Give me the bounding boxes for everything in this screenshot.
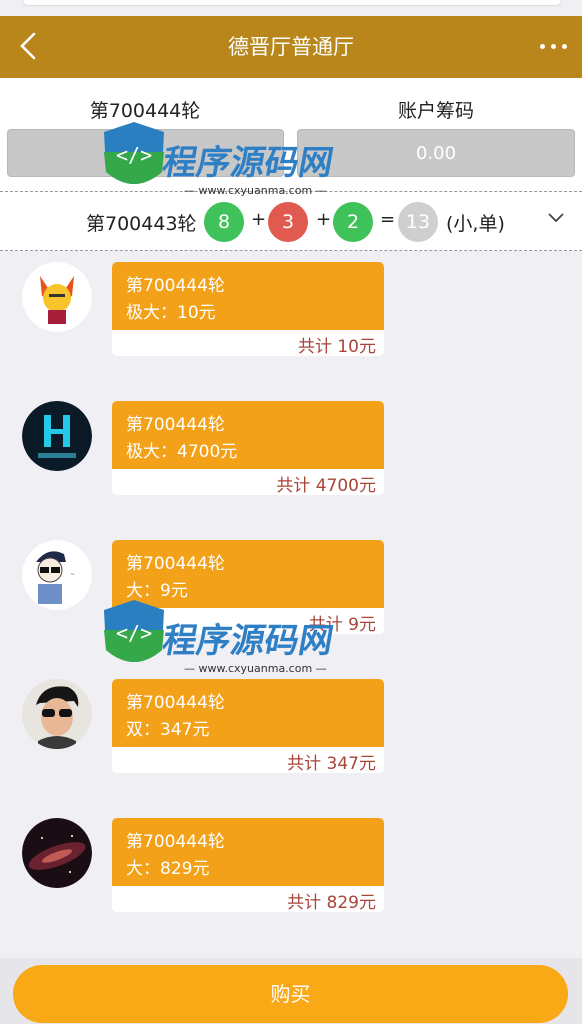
bet-bubble: 第700444轮 大：829元 共计 829元 xyxy=(112,818,384,912)
top-strip xyxy=(0,0,582,16)
bet-round: 第700444轮 xyxy=(126,415,225,435)
page-title: 德晋厅普通厅 xyxy=(228,35,354,59)
result-sum-ball: 13 xyxy=(398,202,438,242)
bet-total: 共计 10元 xyxy=(297,337,376,356)
avatar xyxy=(22,679,92,749)
bet-detail: 双：347元 xyxy=(126,720,210,740)
round-info-panel: 第700444轮 账户筹码 0.00 xyxy=(0,78,582,191)
svg-text:~: ~ xyxy=(70,571,75,578)
bet-item: 第700444轮 双：347元 共计 347元 xyxy=(0,669,582,808)
expand-button[interactable] xyxy=(544,206,568,230)
result-ball-1: 8 xyxy=(204,202,244,242)
avatar xyxy=(22,401,92,471)
avatar: ~ xyxy=(22,540,92,610)
bet-item: 第700444轮 极大：10元 共计 10元 xyxy=(0,252,582,391)
avatar xyxy=(22,818,92,888)
last-round-label: 第700443轮 xyxy=(86,213,197,235)
equals-sign: = xyxy=(380,209,396,230)
result-ball-3: 2 xyxy=(333,202,373,242)
plus-sign: + xyxy=(316,209,332,230)
bet-total: 共计 829元 xyxy=(287,893,376,912)
bet-bubble: 第700444轮 双：347元 共计 347元 xyxy=(112,679,384,773)
app-header: 德晋厅普通厅 xyxy=(0,16,582,78)
chevron-down-icon xyxy=(548,213,564,223)
bet-total: 共计 9元 xyxy=(308,615,376,634)
buy-button[interactable]: 购买 xyxy=(13,965,568,1023)
bet-detail: 极大：10元 xyxy=(126,303,216,323)
bet-round: 第700444轮 xyxy=(126,693,225,713)
countdown-box xyxy=(7,129,284,177)
bet-detail: 极大：4700元 xyxy=(126,442,238,462)
bet-detail: 大：9元 xyxy=(126,581,188,601)
bet-item: ~ 第700444轮 大：9元 共计 9元 xyxy=(0,530,582,669)
bet-detail: 大：829元 xyxy=(126,859,210,879)
avatar xyxy=(22,262,92,332)
bet-bubble: 第700444轮 极大：10元 共计 10元 xyxy=(112,262,384,356)
bet-item: 第700444轮 大：829元 共计 829元 xyxy=(0,808,582,947)
bet-total: 共计 347元 xyxy=(287,754,376,773)
bet-bubble: 第700444轮 大：9元 共计 9元 xyxy=(112,540,384,634)
more-button[interactable] xyxy=(538,30,570,62)
bet-round: 第700444轮 xyxy=(126,554,225,574)
plus-sign: + xyxy=(251,209,267,230)
bottom-bar: 购买 xyxy=(0,958,582,1024)
result-ball-2: 3 xyxy=(268,202,308,242)
more-dots-icon xyxy=(540,44,545,49)
bet-round: 第700444轮 xyxy=(126,276,225,296)
bet-bubble: 第700444轮 极大：4700元 共计 4700元 xyxy=(112,401,384,495)
bet-feed: 第700444轮 极大：10元 共计 10元 第700444轮 极大：4700元… xyxy=(0,252,582,958)
last-result-row[interactable]: 第700443轮 8 + 3 + 2 = 13 (小,单) xyxy=(0,191,582,251)
result-text: (小,单) xyxy=(446,213,505,235)
current-round-label: 第700444轮 xyxy=(89,100,201,122)
bet-total: 共计 4700元 xyxy=(276,476,376,495)
chips-box: 0.00 xyxy=(297,129,575,177)
chips-label: 账户筹码 xyxy=(397,100,474,122)
bet-item: 第700444轮 极大：4700元 共计 4700元 xyxy=(0,391,582,530)
bet-round: 第700444轮 xyxy=(126,832,225,852)
